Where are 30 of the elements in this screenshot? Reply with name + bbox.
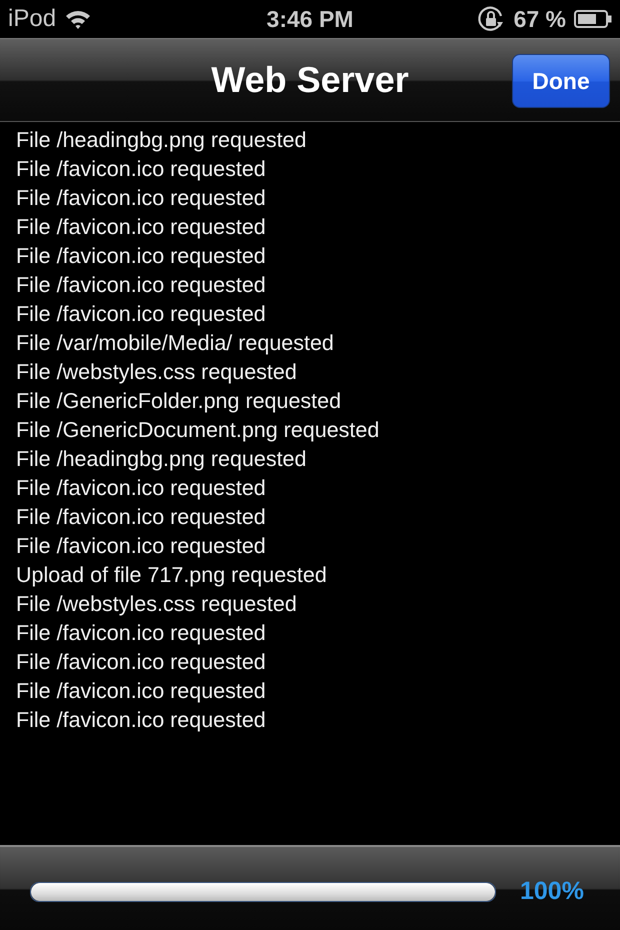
battery-percentage: 67 %: [514, 6, 566, 32]
battery-icon: [574, 10, 612, 28]
log-line: File /favicon.ico requested: [16, 475, 267, 502]
carrier-name: iPod: [8, 5, 56, 33]
window-title: Web Server: [211, 59, 409, 101]
log-line: File /GenericFolder.png requested: [16, 388, 342, 415]
log-line: File /favicon.ico requested: [16, 707, 267, 734]
progress-reading: 100%: [520, 877, 584, 906]
done-button[interactable]: Done: [512, 54, 610, 108]
log-line: File /favicon.ico requested: [16, 620, 267, 647]
log-line: File /favicon.ico requested: [16, 214, 267, 241]
log-line: File /favicon.ico requested: [16, 533, 267, 560]
wifi-icon: [64, 8, 92, 30]
log-line: Upload of file 717.png requested: [16, 562, 328, 589]
clock-time: 3:46 PM: [266, 6, 354, 32]
log-line: File /headingbg.png requested: [16, 446, 308, 473]
log-line: File /favicon.ico requested: [16, 649, 267, 676]
log-line: File /favicon.ico requested: [16, 678, 267, 705]
log-line: File /webstyles.css requested: [16, 359, 298, 386]
log-line: File /favicon.ico requested: [16, 504, 267, 531]
log-line: File /headingbg.png requested: [16, 127, 308, 154]
log-line: File /var/mobile/Media/ requested: [16, 330, 335, 357]
log-line: File /favicon.ico requested: [16, 156, 267, 183]
rotation-lock-icon: [476, 4, 506, 34]
log-line: File /favicon.ico requested: [16, 185, 267, 212]
log-line: File /favicon.ico requested: [16, 301, 267, 328]
log-line: File /GenericDocument.png requested: [16, 417, 380, 444]
log-line: File /favicon.ico requested: [16, 243, 267, 270]
log-line: File /favicon.ico requested: [16, 272, 267, 299]
log-line: File /webstyles.css requested: [16, 591, 298, 618]
